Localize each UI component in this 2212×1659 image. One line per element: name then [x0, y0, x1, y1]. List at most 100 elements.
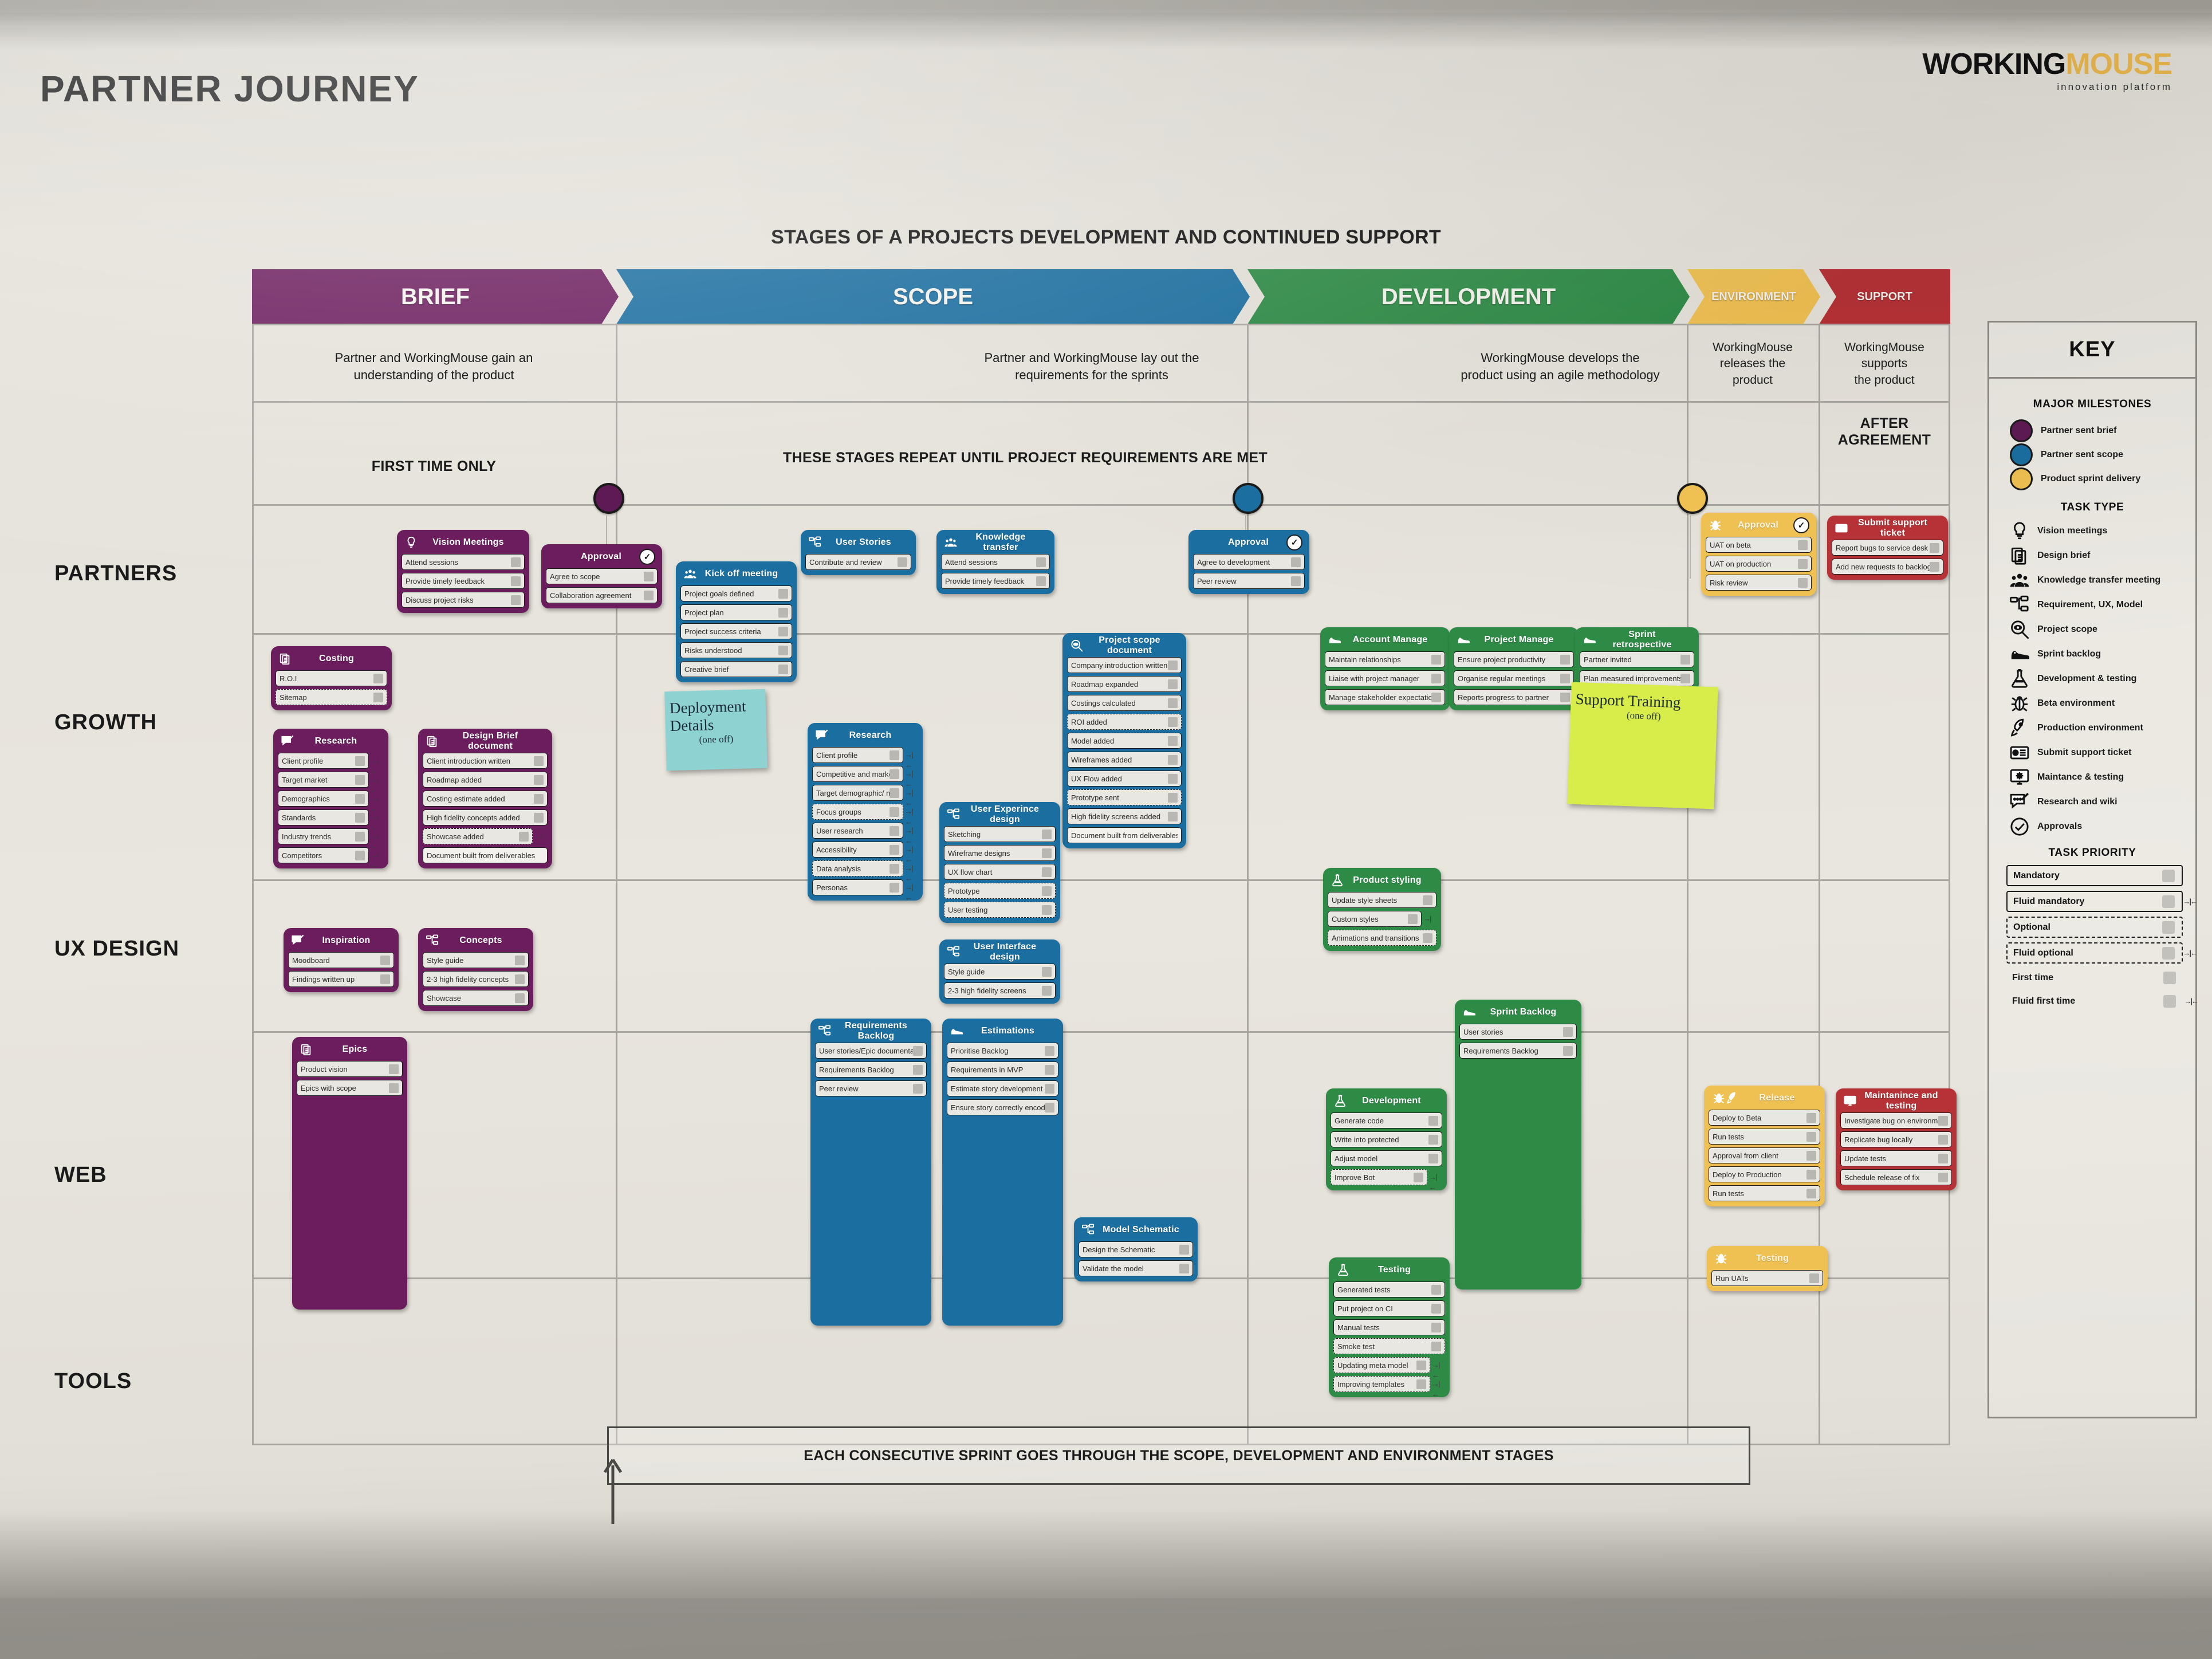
task-row[interactable]: Ensure project productivity [1454, 651, 1574, 667]
task-row[interactable]: Estimate story development time [947, 1080, 1058, 1096]
task-row[interactable]: Validate the model [1079, 1260, 1193, 1276]
task-row[interactable]: Write into protected [1331, 1131, 1442, 1147]
task-row[interactable]: Product vision [297, 1061, 403, 1077]
task-row[interactable]: Showcase added →|← [423, 828, 542, 851]
task-row[interactable]: Target demographic/ market →|← [812, 785, 913, 807]
task-card-project-manage[interactable]: Project Manage Ensure project productivit… [1449, 627, 1579, 710]
task-card-project-scope-document[interactable]: Project scope document Company introducti… [1062, 633, 1186, 848]
task-row[interactable]: Ensure story correctly encoded [947, 1099, 1058, 1115]
task-card-concepts[interactable]: Concepts Style guide 2-3 high fidelity con… [418, 928, 533, 1011]
task-row[interactable]: Client profile →|← [812, 747, 913, 769]
task-row[interactable]: ROI added [1067, 714, 1182, 730]
task-row[interactable]: Competitive and market →|← [812, 766, 913, 788]
task-row[interactable]: Risks understood [680, 642, 792, 658]
task-row[interactable]: 2-3 high fidelity concepts [423, 971, 529, 987]
task-row[interactable]: Contribute and review [805, 554, 911, 570]
task-row[interactable]: Peer review [1193, 573, 1305, 589]
task-card-kick-off-meeting[interactable]: Kick off meeting Project goals defined Pro… [676, 561, 797, 682]
task-card-submit-support-ticket[interactable]: Submit support ticket Report bugs to serv… [1827, 516, 1948, 580]
task-card-model-schematic[interactable]: Model Schematic Design the Schematic Valid… [1074, 1217, 1198, 1281]
task-row[interactable]: Model added [1067, 733, 1182, 749]
task-card-research-growth[interactable]: Research Client profile →|← Target market →|… [273, 729, 388, 870]
task-row[interactable]: User research →|← [812, 823, 913, 845]
task-row[interactable]: User stories [1459, 1024, 1577, 1040]
task-row[interactable]: Investigate bug on environment [1840, 1112, 1952, 1129]
task-row[interactable]: Target market →|← [278, 772, 379, 794]
task-card-testing-env[interactable]: Testing Run UATs [1707, 1246, 1828, 1291]
task-row[interactable]: Custom styles →|← [1328, 911, 1431, 933]
task-row[interactable]: Put project on CI [1333, 1300, 1445, 1316]
task-row[interactable]: Adjust model [1331, 1150, 1442, 1166]
task-row[interactable]: Client profile →|← [278, 753, 379, 775]
task-row[interactable]: Replicate bug locally [1840, 1131, 1952, 1147]
task-row[interactable]: Industry trends →|← [278, 828, 379, 851]
task-card-product-styling[interactable]: Product styling Update style sheets Custom… [1323, 868, 1441, 951]
task-row[interactable]: Wireframes added [1067, 752, 1182, 768]
task-row[interactable]: UAT on beta [1706, 537, 1812, 553]
task-row[interactable]: Accessibility →|← [812, 842, 913, 864]
task-row[interactable]: Roadmap expanded [1067, 676, 1182, 692]
task-card-user-experience-design[interactable]: User Experince design Sketching Wireframe … [939, 802, 1060, 923]
task-row[interactable]: Company introduction written [1067, 657, 1182, 673]
task-card-approval-environment[interactable]: Approval ✓ UAT on beta UAT on production Ris… [1701, 513, 1816, 596]
task-row[interactable]: R.O.I [275, 670, 387, 686]
task-row[interactable]: Creative brief [680, 661, 792, 677]
task-row[interactable]: Smoke test [1333, 1338, 1445, 1354]
task-row[interactable]: Update style sheets [1328, 892, 1436, 908]
task-row[interactable]: Standards →|← [278, 809, 379, 832]
task-card-approval-brief[interactable]: Approval ✓ Agree to scope Collaboration agr… [541, 544, 662, 608]
task-row[interactable]: Project plan [680, 604, 792, 620]
task-row[interactable]: Requirements Backlog [1459, 1043, 1577, 1059]
task-row[interactable]: Document built from deliverables [423, 847, 548, 863]
task-card-estimations[interactable]: Estimations Prioritise Backlog Requirement… [942, 1019, 1063, 1326]
task-row[interactable]: Project success criteria [680, 623, 792, 639]
task-row[interactable]: Agree to development [1193, 554, 1305, 570]
task-card-approval-scope[interactable]: Approval ✓ Agree to development Peer review [1188, 530, 1309, 594]
task-row[interactable]: Improve Bot →|← [1331, 1169, 1437, 1192]
task-row[interactable]: Maintain relationships [1325, 651, 1445, 667]
task-row[interactable]: UX Flow added [1067, 770, 1182, 787]
task-row[interactable]: Report bugs to service desk [1832, 540, 1943, 556]
task-row[interactable]: Add new requests to backlog [1832, 559, 1943, 575]
task-row[interactable]: Findings written up [288, 971, 394, 987]
task-row[interactable]: Style guide [944, 964, 1056, 980]
task-row[interactable]: Reports progress to partner [1454, 689, 1574, 705]
task-row[interactable]: Improving templates →|← [1333, 1376, 1440, 1398]
task-row[interactable]: Personas →|← [812, 879, 913, 902]
task-row[interactable]: Risk review [1706, 575, 1812, 591]
task-row[interactable]: Liaise with project manager [1325, 670, 1445, 686]
task-row[interactable]: Deploy to Production [1709, 1166, 1820, 1182]
task-card-epics[interactable]: Epics Product vision Epics with scope [292, 1037, 407, 1310]
task-row[interactable]: Sketching [944, 826, 1056, 842]
task-row[interactable]: High fidelity concepts added [423, 809, 548, 825]
task-row[interactable]: Attend sessions [941, 554, 1050, 570]
task-row[interactable]: Wireframe designs [944, 845, 1056, 861]
task-row[interactable]: Peer review [815, 1080, 927, 1096]
task-card-development[interactable]: Development Generate code Write into prote… [1326, 1088, 1447, 1192]
task-row[interactable]: Roadmap added [423, 772, 548, 788]
task-card-release[interactable]: Release Deploy to Beta Run tests Approval f… [1704, 1086, 1825, 1206]
task-card-user-interface-design[interactable]: User Interface design Style guide 2-3 high… [939, 939, 1060, 1004]
task-row[interactable]: Requirements Backlog [815, 1062, 927, 1078]
task-row[interactable]: Generated tests [1333, 1281, 1445, 1298]
task-row[interactable]: Discuss project risks [402, 592, 525, 608]
task-row[interactable]: Design the Schematic [1079, 1241, 1193, 1257]
task-row[interactable]: Deploy to Beta [1709, 1110, 1820, 1126]
task-card-vision-meetings[interactable]: Vision Meetings Attend sessions Provide ti… [397, 530, 529, 613]
task-row[interactable]: Client introduction written [423, 753, 548, 769]
task-card-knowledge-transfer[interactable]: Knowledge transfer Attend sessions Provide… [936, 530, 1054, 594]
task-row[interactable]: Generate code [1331, 1112, 1442, 1129]
task-row[interactable]: Document built from deliverables [1067, 827, 1182, 843]
task-row[interactable]: Style guide [423, 952, 529, 968]
task-row[interactable]: Focus groups →|← [812, 804, 913, 826]
task-row[interactable]: Agree to scope [546, 568, 658, 584]
task-row[interactable]: 2-3 high fidelity screens [944, 982, 1056, 998]
task-row[interactable]: Showcase [423, 990, 529, 1006]
task-row[interactable]: UX flow chart [944, 864, 1056, 880]
task-card-research-scope[interactable]: Research Client profile →|← Competitive and… [808, 723, 923, 902]
task-row[interactable]: Project goals defined [680, 585, 792, 602]
task-row[interactable]: Run UATs [1711, 1270, 1823, 1286]
task-card-costing[interactable]: Costing R.O.I Sitemap [271, 646, 392, 710]
task-card-design-brief-document[interactable]: Design Brief document Client introduction… [418, 729, 552, 868]
task-row[interactable]: Organise regular meetings [1454, 670, 1574, 686]
